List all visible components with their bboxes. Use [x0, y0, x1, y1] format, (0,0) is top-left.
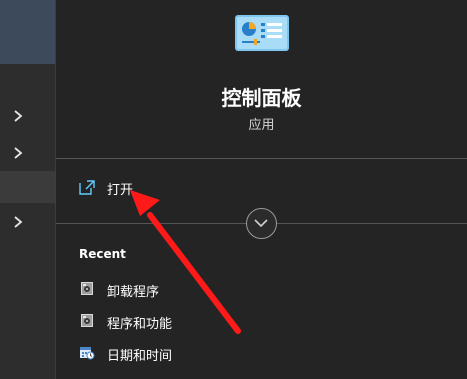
details-pane: 控制面板 应用 打开 Recent 卸载程序 程序和功能 日期和时间	[56, 0, 467, 379]
result-row-expand[interactable]	[0, 137, 55, 169]
expand-button[interactable]	[246, 208, 277, 239]
open-label: 打开	[107, 183, 134, 198]
recent-heading: Recent	[79, 247, 126, 261]
selected-result-row[interactable]	[0, 0, 55, 64]
recent-item[interactable]: 程序和功能	[70, 307, 270, 335]
chevron-right-icon	[14, 216, 23, 228]
chevron-right-icon	[14, 147, 23, 159]
recent-item[interactable]: 卸载程序	[70, 275, 270, 303]
control-panel-icon	[235, 15, 289, 51]
recent-item-label: 日期和时间	[107, 349, 173, 364]
open-button[interactable]: 打开	[70, 172, 190, 204]
programs-icon	[81, 314, 93, 327]
results-list	[0, 0, 55, 379]
app-type-label: 应用	[248, 118, 275, 133]
open-external-icon	[79, 180, 95, 195]
recent-item-label: 卸载程序	[107, 285, 160, 300]
calendar-clock-icon	[80, 347, 95, 360]
recent-item-label: 程序和功能	[107, 317, 173, 332]
result-row-expand[interactable]	[0, 206, 55, 238]
recent-item[interactable]: 日期和时间	[70, 339, 270, 367]
programs-icon	[81, 282, 93, 295]
app-title: 控制面板	[221, 86, 302, 110]
chevron-down-icon	[254, 219, 268, 228]
chevron-right-icon	[14, 110, 23, 122]
result-row[interactable]	[0, 171, 55, 203]
section-divider	[56, 158, 467, 159]
search-window: 控制面板 应用 打开 Recent 卸载程序 程序和功能 日期和时间	[0, 0, 467, 379]
result-row-expand[interactable]	[0, 100, 55, 132]
